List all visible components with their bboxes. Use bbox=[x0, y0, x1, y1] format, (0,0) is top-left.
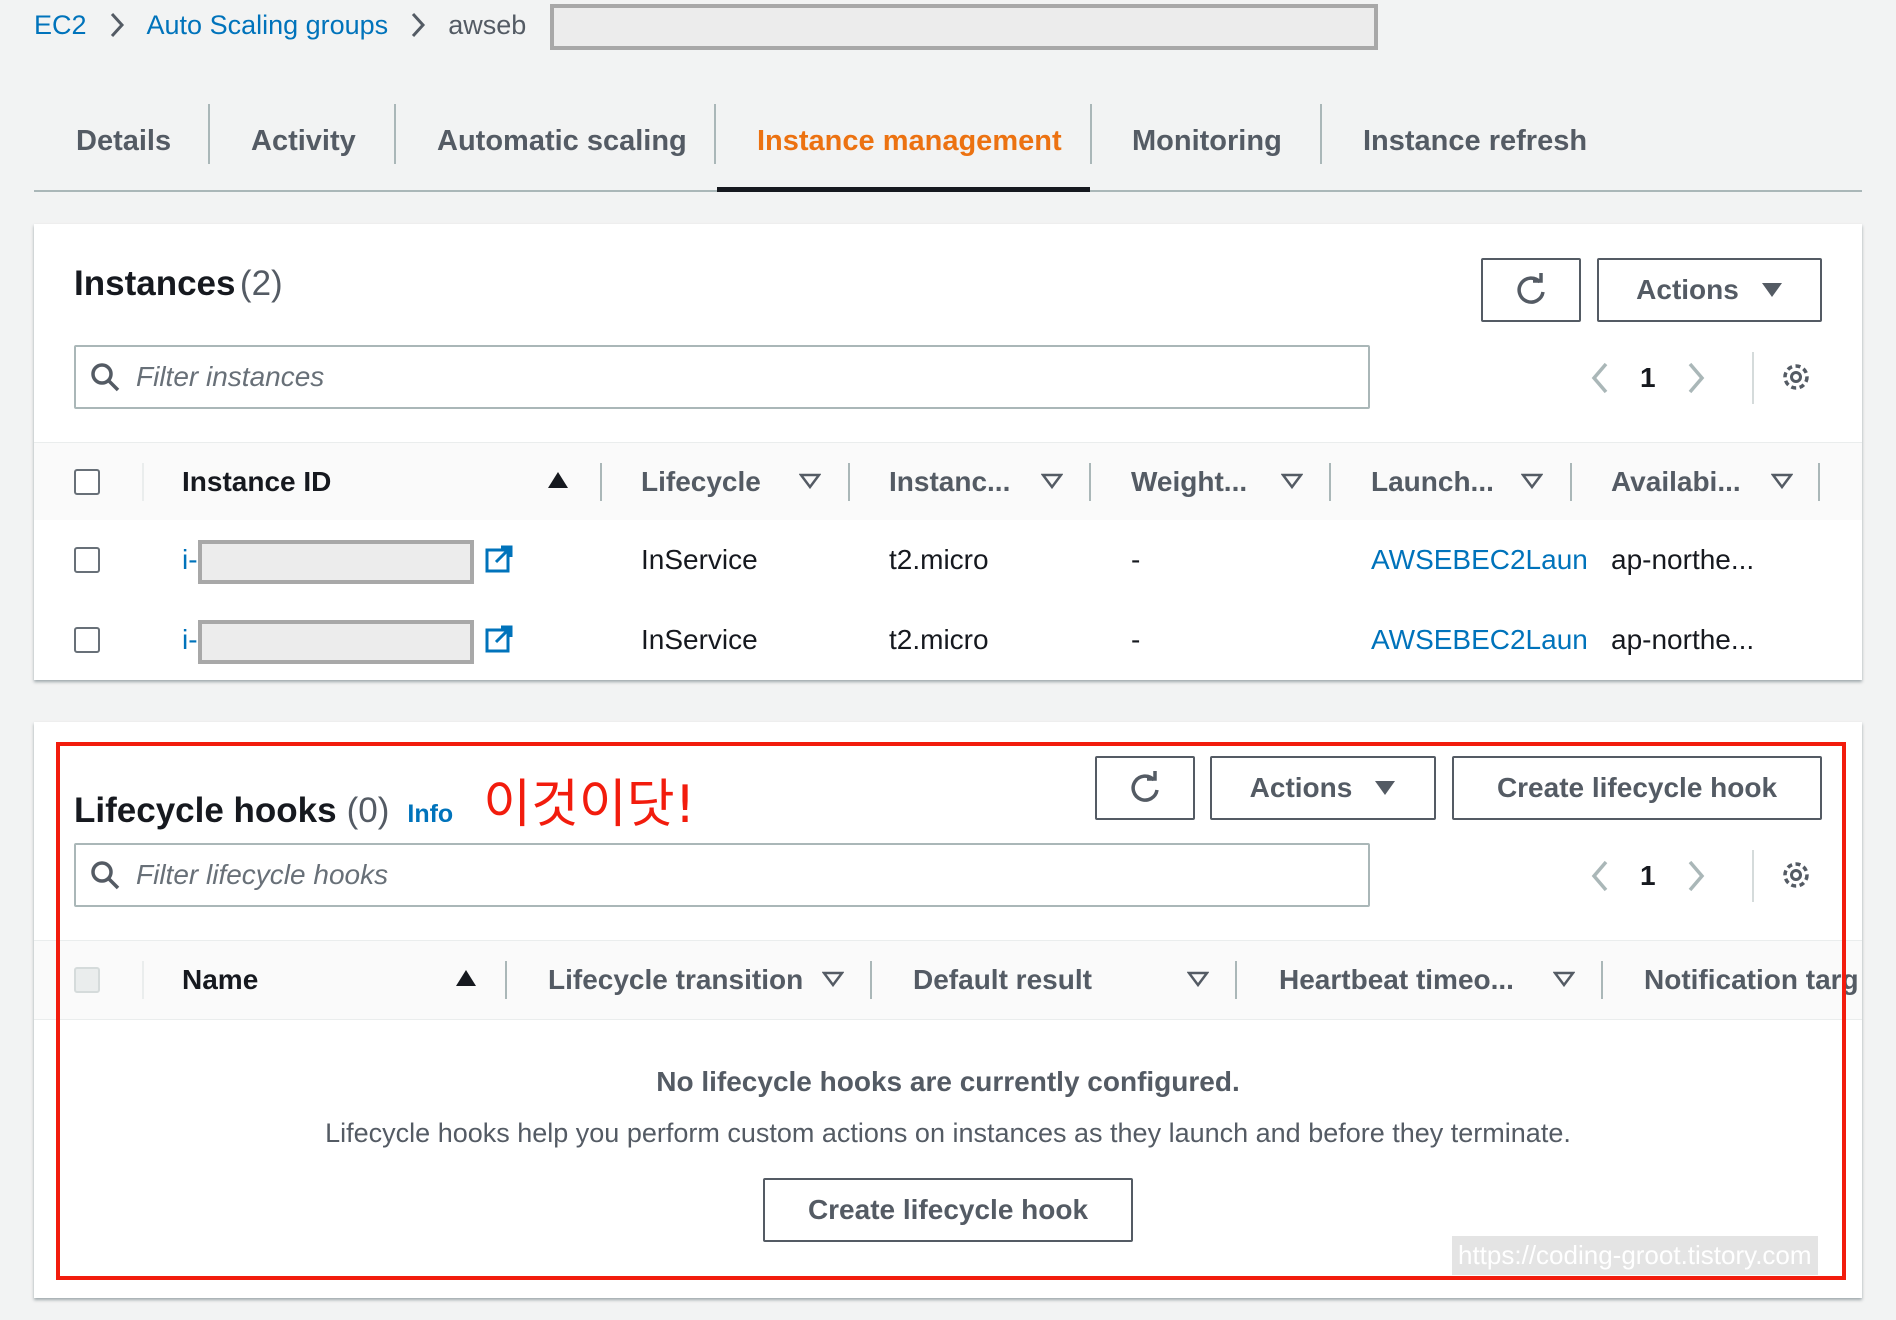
table-row[interactable]: i- InService t2.micro - AWSEBEC2Laun ap-… bbox=[34, 600, 1862, 680]
instances-count: (2) bbox=[239, 264, 283, 303]
col-lifecycle[interactable]: Lifecycle bbox=[641, 443, 761, 521]
sort-icon[interactable] bbox=[1281, 473, 1303, 489]
launch-template-link[interactable]: AWSEBEC2Laun bbox=[1371, 520, 1588, 600]
instances-panel: Instances (2) Actions 1 Instance ID bbox=[34, 224, 1862, 680]
breadcrumb-ec2-link[interactable]: EC2 bbox=[34, 10, 87, 41]
table-row[interactable]: i- InService t2.micro - AWSEBEC2Laun ap-… bbox=[34, 520, 1862, 601]
col-launch[interactable]: Launch... bbox=[1371, 443, 1494, 521]
redacted-box bbox=[550, 4, 1378, 50]
instances-table-header: Instance ID Lifecycle Instanc... Weight.… bbox=[34, 442, 1862, 522]
availability-zone-cell: ap-northe... bbox=[1611, 624, 1755, 655]
breadcrumb-current: awseb bbox=[448, 9, 527, 40]
instances-filter-input[interactable] bbox=[134, 360, 1368, 394]
sort-icon[interactable] bbox=[799, 473, 821, 489]
row-checkbox[interactable] bbox=[74, 627, 100, 653]
chevron-right-icon[interactable] bbox=[1686, 362, 1706, 394]
row-checkbox[interactable] bbox=[74, 547, 100, 573]
col-availability[interactable]: Availabi... bbox=[1611, 443, 1741, 521]
weight-cell: - bbox=[1131, 624, 1141, 655]
instance-type-cell: t2.micro bbox=[889, 544, 989, 575]
refresh-icon bbox=[1517, 273, 1545, 304]
sort-icon[interactable] bbox=[1771, 473, 1793, 489]
tab-instance-refresh[interactable]: Instance refresh bbox=[1363, 92, 1587, 190]
col-weight[interactable]: Weight... bbox=[1131, 443, 1247, 521]
chevron-right-icon bbox=[410, 11, 426, 39]
watermark: https://coding-groot.tistory.com bbox=[1452, 1236, 1818, 1275]
search-icon bbox=[91, 363, 120, 392]
breadcrumb-asg-link[interactable]: Auto Scaling groups bbox=[147, 10, 389, 41]
col-instance-type[interactable]: Instanc... bbox=[889, 443, 1010, 521]
tab-automatic-scaling[interactable]: Automatic scaling bbox=[437, 92, 687, 190]
chevron-right-icon bbox=[109, 11, 125, 39]
sort-icon[interactable] bbox=[1521, 473, 1543, 489]
instances-refresh-button[interactable] bbox=[1481, 258, 1581, 322]
external-link-icon[interactable] bbox=[484, 624, 514, 654]
active-tab-indicator bbox=[717, 187, 1090, 192]
instance-id-link[interactable]: i- bbox=[182, 520, 198, 600]
redacted-box bbox=[198, 540, 474, 584]
tab-details[interactable]: Details bbox=[76, 92, 171, 190]
instances-settings-button[interactable] bbox=[1779, 360, 1813, 399]
instances-title: Instances bbox=[74, 264, 236, 303]
weight-cell: - bbox=[1131, 544, 1141, 575]
instance-type-cell: t2.micro bbox=[889, 624, 989, 655]
instances-pagination: 1 bbox=[1590, 350, 1706, 406]
instances-actions-label: Actions bbox=[1636, 274, 1739, 305]
breadcrumb: EC2 Auto Scaling groups awseb bbox=[34, 4, 526, 46]
instance-id-link[interactable]: i- bbox=[182, 600, 198, 680]
caret-down-icon bbox=[1761, 283, 1782, 297]
instances-header: Instances (2) bbox=[74, 264, 283, 304]
tab-instance-management[interactable]: Instance management bbox=[757, 92, 1062, 190]
gear-icon bbox=[1783, 364, 1809, 390]
sort-icon[interactable] bbox=[1041, 473, 1063, 489]
lifecycle-cell: InService bbox=[641, 544, 758, 575]
tab-bar: Details Activity Automatic scaling Insta… bbox=[34, 92, 1862, 192]
select-all-checkbox[interactable] bbox=[74, 469, 100, 495]
instances-filter[interactable] bbox=[74, 345, 1370, 409]
instances-actions-button[interactable]: Actions bbox=[1597, 258, 1822, 322]
launch-template-link[interactable]: AWSEBEC2Laun bbox=[1371, 600, 1588, 680]
external-link-icon[interactable] bbox=[484, 544, 514, 574]
redacted-box bbox=[198, 620, 474, 664]
instances-page-number[interactable]: 1 bbox=[1640, 362, 1656, 394]
lifecycle-cell: InService bbox=[641, 624, 758, 655]
sort-ascending-icon[interactable] bbox=[547, 471, 569, 489]
availability-zone-cell: ap-northe... bbox=[1611, 544, 1755, 575]
chevron-left-icon[interactable] bbox=[1590, 362, 1610, 394]
col-instance-id[interactable]: Instance ID bbox=[182, 443, 331, 521]
tab-activity[interactable]: Activity bbox=[251, 92, 356, 190]
tab-monitoring[interactable]: Monitoring bbox=[1132, 92, 1282, 190]
annotation-highlight-box bbox=[56, 742, 1846, 1280]
